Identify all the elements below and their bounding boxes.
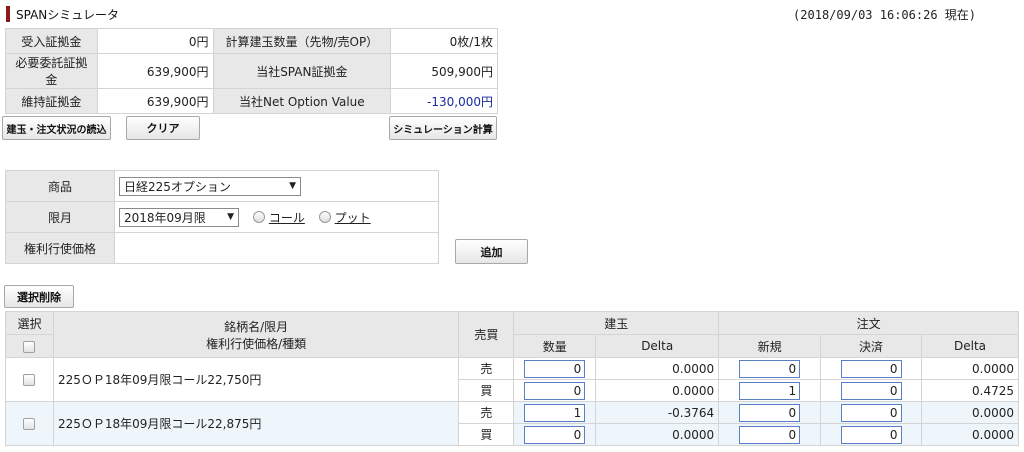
positions-table: 選択 銘柄名/限月 権利行使価格/種類 売買 建玉 注文 数量 Delta 新規… (5, 311, 1019, 446)
order-delta: 0.0000 (921, 357, 1019, 380)
position-delta: 0.0000 (595, 423, 720, 446)
row-checkbox[interactable] (23, 374, 36, 386)
order-group-header: 注文 (718, 311, 1019, 335)
order-delta: 0.0000 (921, 401, 1019, 424)
span-margin-label: 当社SPAN証拠金 (212, 53, 392, 89)
instrument-name: 225ＯＰ18年09月限コール22,875円 (52, 401, 460, 446)
order-settle-input[interactable]: 0 (840, 403, 902, 422)
simulate-button[interactable]: シミュレーション計算 (389, 116, 497, 140)
calc-position-label: 計算建玉数量（先物/売OP） (212, 28, 392, 54)
position-qty-input[interactable]: 0 (524, 359, 586, 378)
required-margin-label: 必要委託証拠金 (5, 53, 98, 89)
table-row: 225ＯＰ18年09月限コール22,750円 売 0 0.0000 0 0 0.… (5, 357, 1019, 402)
caret-down-icon: ▼ (289, 181, 296, 191)
position-delta: 0.0000 (595, 357, 720, 380)
position-group-header: 建玉 (513, 311, 720, 335)
caret-down-icon: ▼ (227, 212, 234, 222)
delete-selected-button[interactable]: 選択削除 (4, 285, 74, 308)
margin-summary-table: 受入証拠金 0円 計算建玉数量（先物/売OP） 0枚/1枚 必要委託証拠金 63… (5, 28, 498, 114)
put-radio-option[interactable]: プット (318, 209, 371, 226)
position-delta: 0.0000 (595, 379, 720, 402)
order-delta: 0.0000 (921, 423, 1019, 446)
strike-label: 権利行使価格 (5, 232, 115, 264)
radio-icon[interactable] (252, 211, 265, 223)
maintenance-margin-value: 639,900円 (96, 88, 214, 114)
maintenance-margin-label: 維持証拠金 (5, 88, 98, 114)
received-margin-label: 受入証拠金 (5, 28, 98, 54)
timestamp: (2018/09/03 16:06:26 現在) (793, 8, 976, 22)
title-accent-bar (6, 6, 10, 22)
put-radio-label[interactable]: プット (335, 209, 371, 226)
radio-icon[interactable] (318, 211, 331, 223)
row-checkbox[interactable] (23, 418, 36, 430)
order-delta-header: Delta (921, 334, 1019, 358)
clear-button[interactable]: クリア (126, 116, 200, 140)
position-qty-input[interactable]: 0 (524, 381, 586, 400)
product-select[interactable]: 日経225オプション ▼ (119, 176, 301, 196)
order-settle-input[interactable]: 0 (840, 425, 902, 444)
order-settle-input[interactable]: 0 (840, 359, 902, 378)
add-button[interactable]: 追加 (455, 239, 528, 264)
select-all-checkbox[interactable] (23, 340, 36, 353)
net-option-label: 当社Net Option Value (212, 88, 392, 114)
strike-field[interactable] (114, 232, 439, 264)
position-delta: -0.3764 (595, 401, 720, 424)
select-header: 選択 (5, 311, 54, 335)
position-qty-input[interactable]: 1 (524, 403, 586, 422)
received-margin-value: 0円 (96, 28, 214, 54)
settle-header: 決済 (820, 334, 923, 358)
side-cell: 売 (458, 357, 515, 380)
delta-header: Delta (595, 334, 720, 358)
product-form: 商品 日経225オプション ▼ 限月 2018年09月限 ▼ コール プット 権… (5, 170, 439, 264)
required-margin-value: 639,900円 (96, 53, 214, 89)
side-cell: 売 (458, 401, 515, 424)
side-cell: 買 (458, 379, 515, 402)
month-select[interactable]: 2018年09月限 ▼ (119, 207, 239, 227)
table-row: 225ＯＰ18年09月限コール22,875円 売 1 -0.3764 0 0 0… (5, 401, 1019, 446)
new-header: 新規 (718, 334, 822, 358)
product-label: 商品 (5, 170, 115, 202)
position-qty-input[interactable]: 0 (524, 425, 586, 444)
order-new-input[interactable]: 0 (739, 403, 801, 422)
call-radio-label[interactable]: コール (269, 209, 305, 226)
month-label: 限月 (5, 201, 115, 233)
order-settle-input[interactable]: 0 (840, 381, 902, 400)
order-delta: 0.4725 (921, 379, 1019, 402)
month-select-value: 2018年09月限 (124, 210, 206, 225)
net-option-value: -130,000円 (390, 88, 498, 114)
order-new-input[interactable]: 1 (739, 381, 801, 400)
page-title: SPANシミュレータ (16, 7, 120, 22)
load-positions-button[interactable]: 建玉・注文状況の読込 (2, 116, 111, 140)
order-new-input[interactable]: 0 (739, 425, 801, 444)
calc-position-value: 0枚/1枚 (390, 28, 498, 54)
qty-header: 数量 (513, 334, 597, 358)
span-margin-value: 509,900円 (390, 53, 498, 89)
instrument-name: 225ＯＰ18年09月限コール22,750円 (52, 357, 460, 402)
name-header-line1: 銘柄名/限月 (224, 319, 289, 334)
order-new-input[interactable]: 0 (739, 359, 801, 378)
call-radio-option[interactable]: コール (252, 209, 305, 226)
name-header: 銘柄名/限月 権利行使価格/種類 (52, 311, 460, 358)
name-header-line2: 権利行使価格/種類 (206, 336, 307, 351)
page-header: SPANシミュレータ (6, 5, 119, 23)
side-header: 売買 (458, 311, 515, 358)
product-select-value: 日経225オプション (124, 179, 231, 194)
side-cell: 買 (458, 423, 515, 446)
